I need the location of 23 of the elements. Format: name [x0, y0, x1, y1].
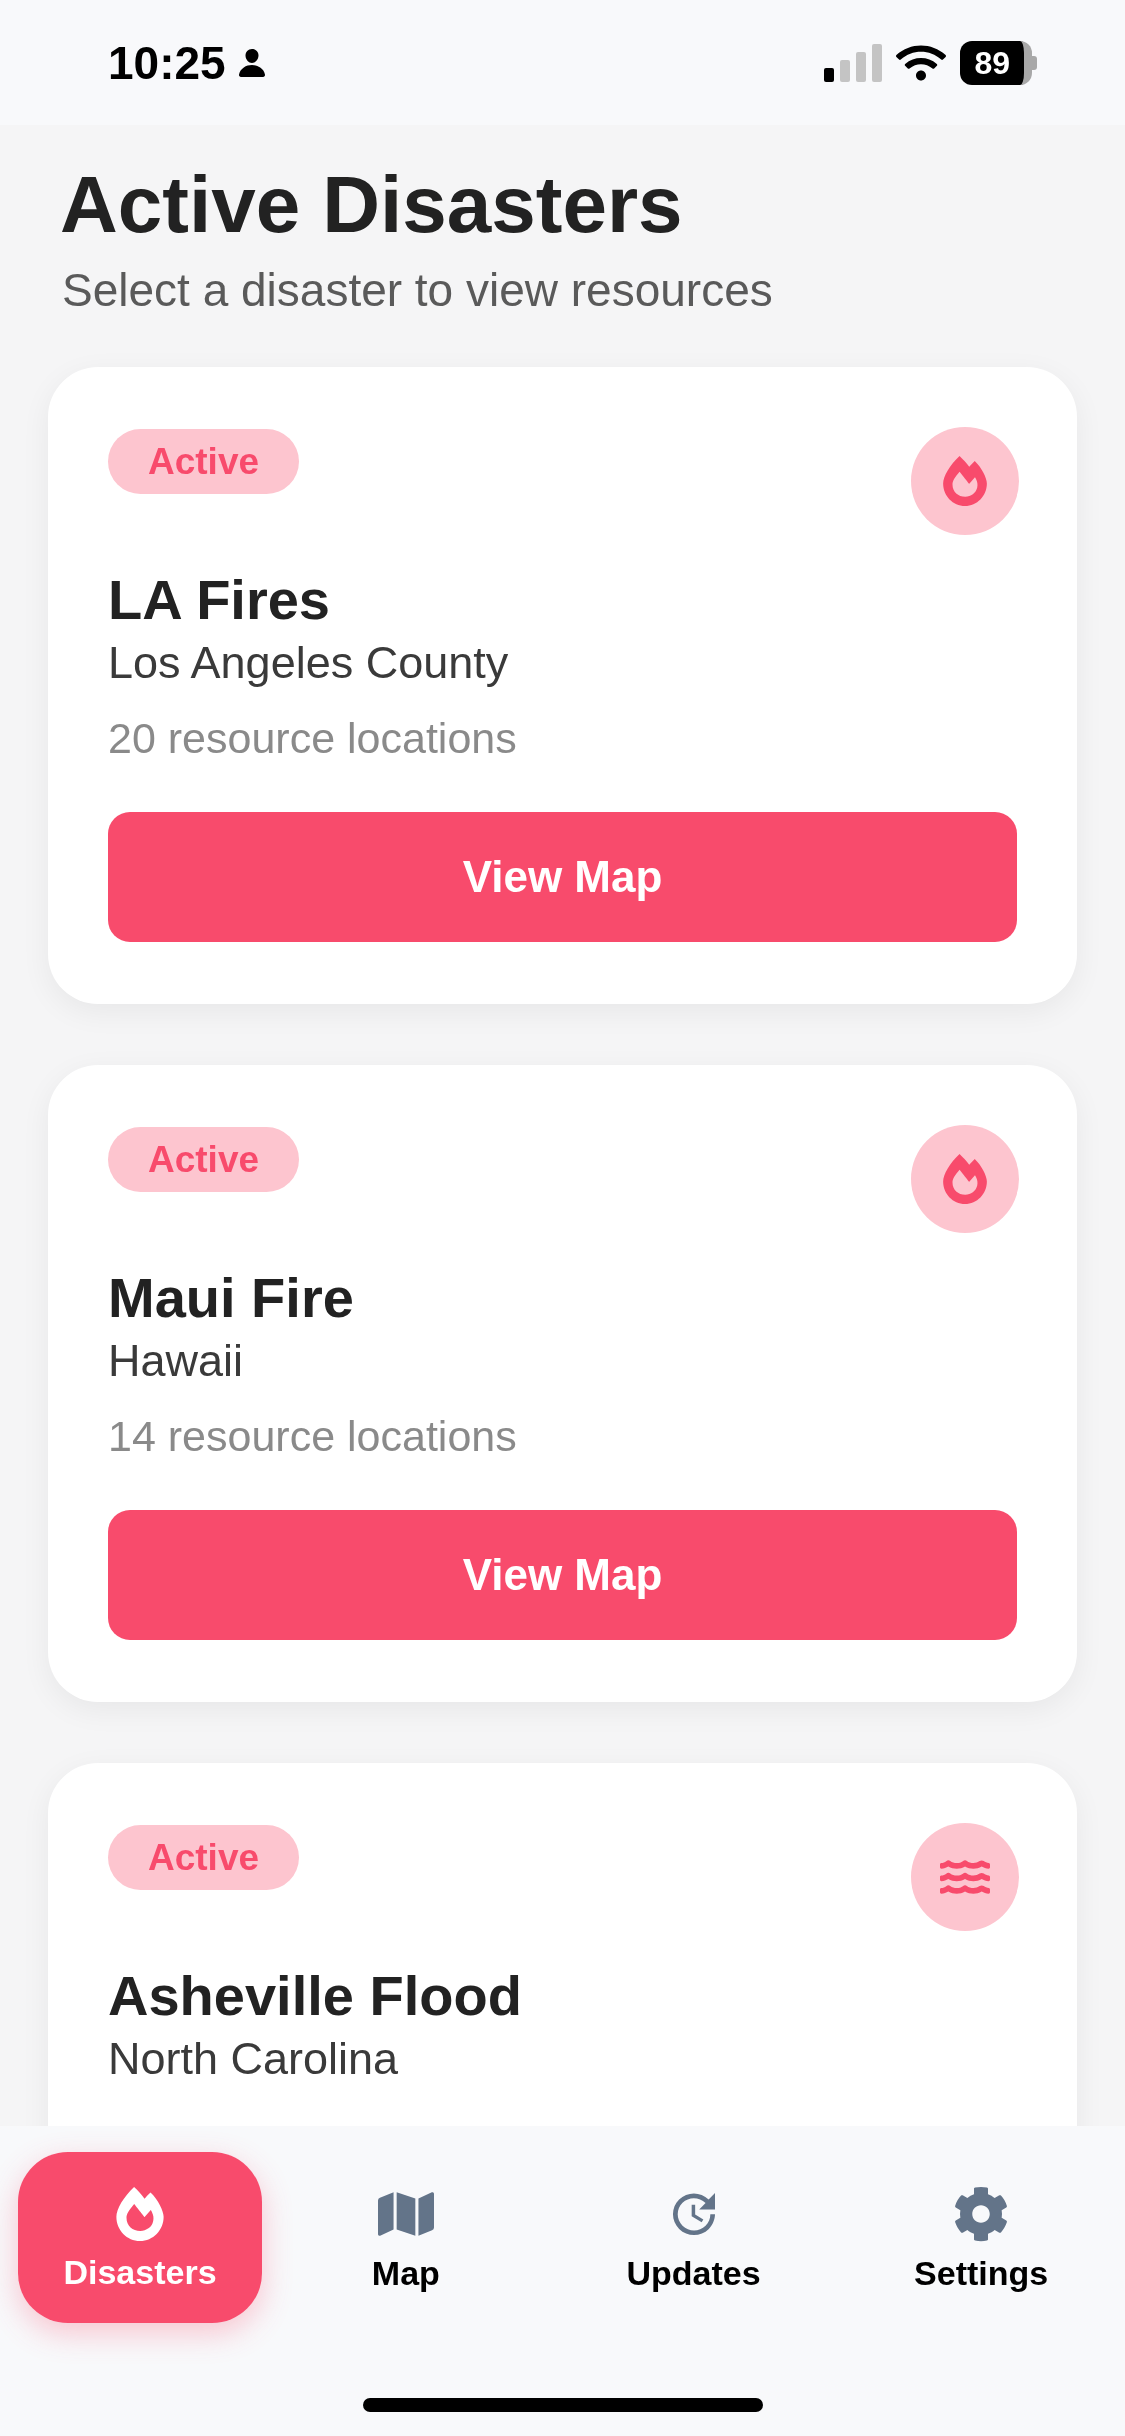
- page-title: Active Disasters: [59, 160, 684, 250]
- disaster-location: Hawaii: [108, 1336, 245, 1386]
- flame-icon: [115, 2186, 165, 2241]
- disaster-location: Los Angeles County: [108, 638, 510, 688]
- disaster-name: Asheville Flood: [108, 1963, 523, 2029]
- status-badge: Active: [108, 1127, 300, 1192]
- signal-icon: [824, 43, 883, 82]
- disaster-name: LA Fires: [108, 567, 331, 633]
- clock-time: 10:25: [108, 39, 226, 86]
- disaster-name: Maui Fire: [108, 1265, 355, 1331]
- resource-count: 14 resource locations: [108, 1412, 518, 1460]
- status-badge: Active: [108, 1825, 300, 1890]
- flame-icon: [940, 456, 990, 506]
- page-subtitle: Select a disaster to view resources: [61, 264, 774, 317]
- disaster-location: North Carolina: [108, 2034, 400, 2084]
- resource-count: 20 resource locations: [108, 714, 518, 762]
- tab-item[interactable]: Map: [262, 2152, 550, 2323]
- settings-icon: [953, 2185, 1010, 2242]
- battery-indicator: 89: [960, 40, 1037, 85]
- flame-icon: [940, 1154, 990, 1204]
- tab-item[interactable]: Updates: [549, 2152, 838, 2323]
- status-badge: Active: [108, 429, 300, 494]
- tab-item[interactable]: Settings: [837, 2152, 1125, 2323]
